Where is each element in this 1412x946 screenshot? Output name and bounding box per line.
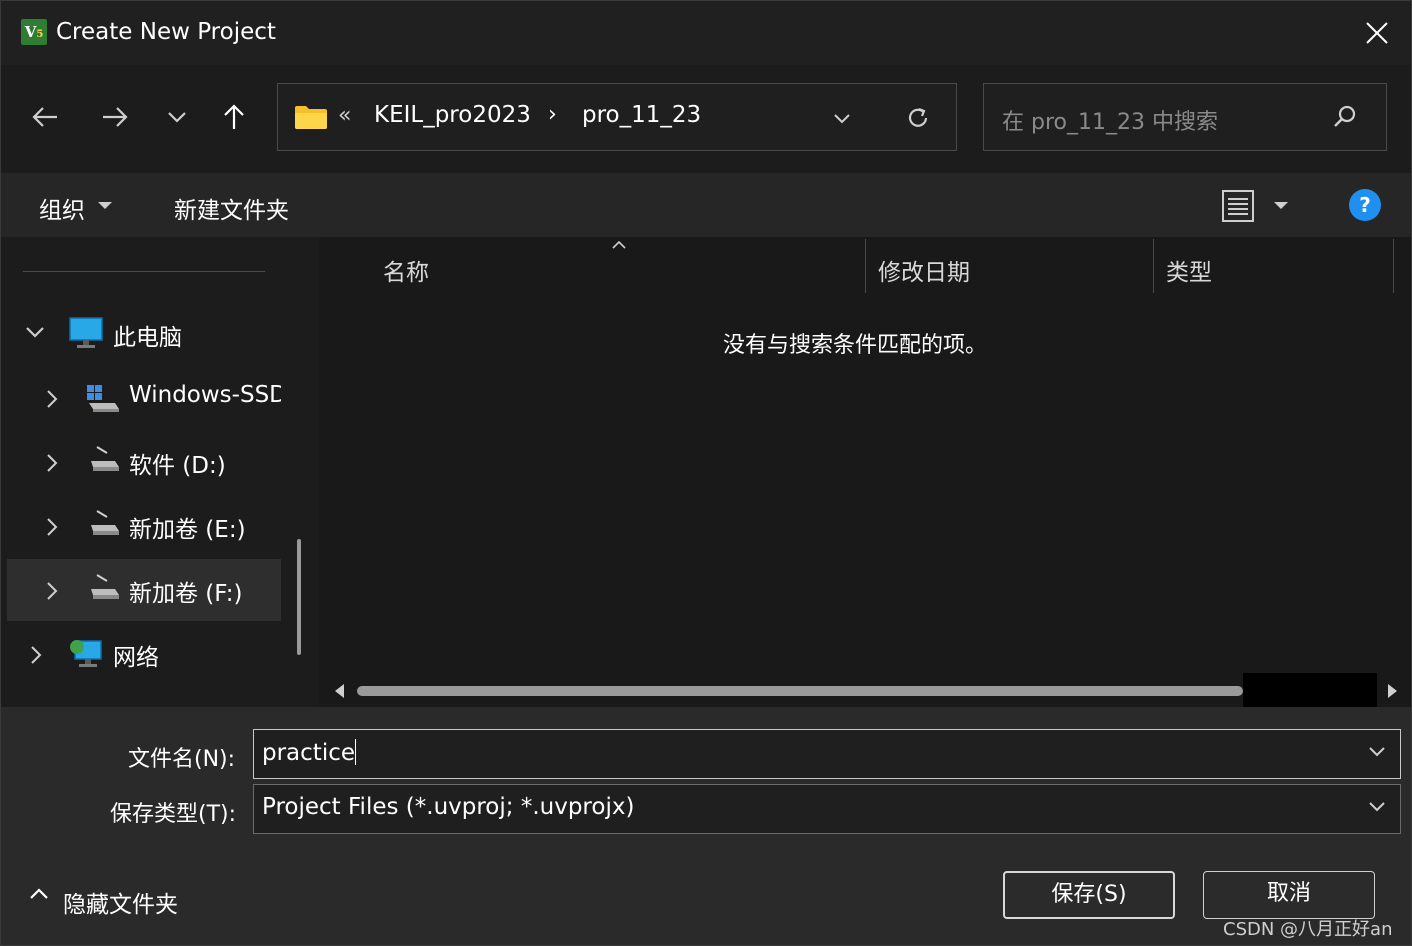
sidebar-item-this-pc[interactable]: 此电脑 (7, 303, 281, 365)
recent-locations-button[interactable] (155, 95, 199, 139)
sidebar-item-label: 软件 (D:) (129, 453, 226, 479)
chevron-right-icon[interactable] (45, 389, 59, 409)
address-bar[interactable]: « KEIL_pro2023 › pro_11_23 (277, 83, 957, 151)
arrow-left-icon (32, 107, 57, 127)
navigation-bar: « KEIL_pro2023 › pro_11_23 在 pro_11_23 中… (1, 65, 1411, 173)
new-folder-button[interactable]: 新建文件夹 (174, 191, 289, 225)
sidebar-item-label: 新加卷 (E:) (129, 517, 246, 543)
view-options-caret-icon[interactable] (1273, 201, 1289, 211)
arrow-up-icon (224, 104, 244, 129)
text-caret (355, 739, 356, 765)
drive-icon (91, 510, 119, 535)
search-icon[interactable] (1332, 104, 1358, 130)
sidebar-divider (23, 271, 265, 272)
sidebar-item-windows-ssd[interactable]: Windows-SSD (7, 367, 281, 429)
empty-results-message: 没有与搜索条件匹配的项。 (723, 333, 988, 358)
chevron-up-icon[interactable] (29, 887, 49, 901)
sidebar-item-drive-f[interactable]: 新加卷 (F:) (7, 559, 281, 621)
sort-ascending-icon (612, 240, 626, 249)
column-header-name[interactable]: 名称 (321, 237, 865, 293)
sidebar-item-label: Windows-SSD (129, 382, 281, 408)
sidebar-item-network[interactable]: 网络 (7, 623, 281, 685)
filename-label: 文件名(N): (128, 747, 236, 772)
window-title: Create New Project (56, 19, 276, 45)
chevron-right-icon[interactable] (45, 453, 59, 473)
chevron-down-icon[interactable] (1368, 801, 1386, 813)
filename-value: practice (262, 739, 356, 766)
file-list: 名称 修改日期 类型 没有与搜索条件匹配的项。 (321, 237, 1411, 707)
column-header-type[interactable]: 类型 (1154, 237, 1394, 293)
sidebar-scrollbar[interactable] (297, 539, 301, 655)
address-dropdown-icon[interactable] (830, 106, 854, 130)
scroll-left-icon[interactable] (333, 683, 345, 699)
save-button[interactable]: 保存(S) (1003, 871, 1175, 919)
close-icon (1366, 22, 1388, 44)
filetype-label: 保存类型(T): (110, 802, 237, 827)
hide-folders-button[interactable]: 隐藏文件夹 (63, 885, 178, 919)
up-button[interactable] (212, 95, 256, 139)
system-drive-icon (87, 385, 119, 412)
chevron-right-icon[interactable] (29, 645, 43, 665)
scroll-right-icon[interactable] (1387, 683, 1399, 699)
drive-icon (91, 446, 119, 471)
back-button[interactable] (23, 95, 67, 139)
close-button[interactable] (1349, 9, 1405, 57)
save-form-panel: 文件名(N): practice 保存类型(T): Project Files … (1, 707, 1411, 945)
sidebar-item-label: 此电脑 (113, 325, 182, 351)
column-header-label: 修改日期 (878, 260, 970, 286)
filename-input[interactable]: practice (253, 729, 1401, 779)
column-header-date-modified[interactable]: 修改日期 (866, 237, 1154, 293)
drive-icon (91, 574, 119, 599)
cancel-button[interactable]: 取消 (1203, 871, 1375, 919)
help-button[interactable]: ? (1349, 189, 1381, 221)
search-placeholder: 在 pro_11_23 中搜索 (1002, 110, 1218, 135)
sidebar-item-label: 网络 (113, 645, 159, 671)
filetype-select[interactable]: Project Files (*.uvproj; *.uvprojx) (253, 784, 1401, 834)
details-view-icon[interactable] (1221, 189, 1255, 223)
column-header-label: 类型 (1166, 260, 1212, 286)
command-toolbar: 组织 新建文件夹 ? (1, 173, 1411, 237)
create-project-dialog: V5 Create New Project « KEIL_pro2023 › p… (0, 0, 1412, 946)
forward-button[interactable] (93, 95, 137, 139)
organize-button[interactable]: 组织 (39, 191, 85, 225)
folder-icon (295, 106, 327, 129)
column-header-label: 名称 (383, 260, 429, 286)
redacted-region (1243, 673, 1377, 707)
breadcrumb-separator[interactable]: › (548, 102, 557, 127)
keil-app-icon: V5 (21, 19, 47, 45)
navigation-pane: 此电脑 Windows-SSD 软件 (D:) 新加卷 (E:) 新加卷 (F:… (1, 237, 319, 707)
sidebar-item-drive-e[interactable]: 新加卷 (E:) (7, 495, 281, 557)
address-overflow[interactable]: « (338, 103, 351, 128)
breadcrumb-pro-11-23[interactable]: pro_11_23 (582, 102, 701, 128)
computer-icon (69, 317, 103, 348)
breadcrumb-keil-pro2023[interactable]: KEIL_pro2023 (374, 102, 531, 128)
network-icon (70, 640, 102, 667)
watermark: CSDN @八月正好an (1223, 919, 1393, 940)
chevron-right-icon[interactable] (45, 581, 59, 601)
chevron-down-icon[interactable] (25, 325, 45, 339)
search-box[interactable]: 在 pro_11_23 中搜索 (983, 83, 1387, 151)
sidebar-item-label: 新加卷 (F:) (129, 581, 243, 607)
caret-down-icon[interactable] (97, 201, 113, 211)
title-bar: V5 Create New Project (1, 1, 1411, 65)
refresh-icon[interactable] (904, 104, 932, 132)
sidebar-item-drive-d[interactable]: 软件 (D:) (7, 431, 281, 493)
column-divider[interactable] (1393, 239, 1394, 293)
chevron-down-icon[interactable] (1368, 746, 1386, 758)
chevron-down-icon (168, 112, 186, 123)
filetype-value: Project Files (*.uvproj; *.uvprojx) (262, 794, 635, 820)
horizontal-scrollbar-thumb[interactable] (357, 686, 1243, 696)
chevron-right-icon[interactable] (45, 517, 59, 537)
arrow-right-icon (103, 107, 128, 127)
